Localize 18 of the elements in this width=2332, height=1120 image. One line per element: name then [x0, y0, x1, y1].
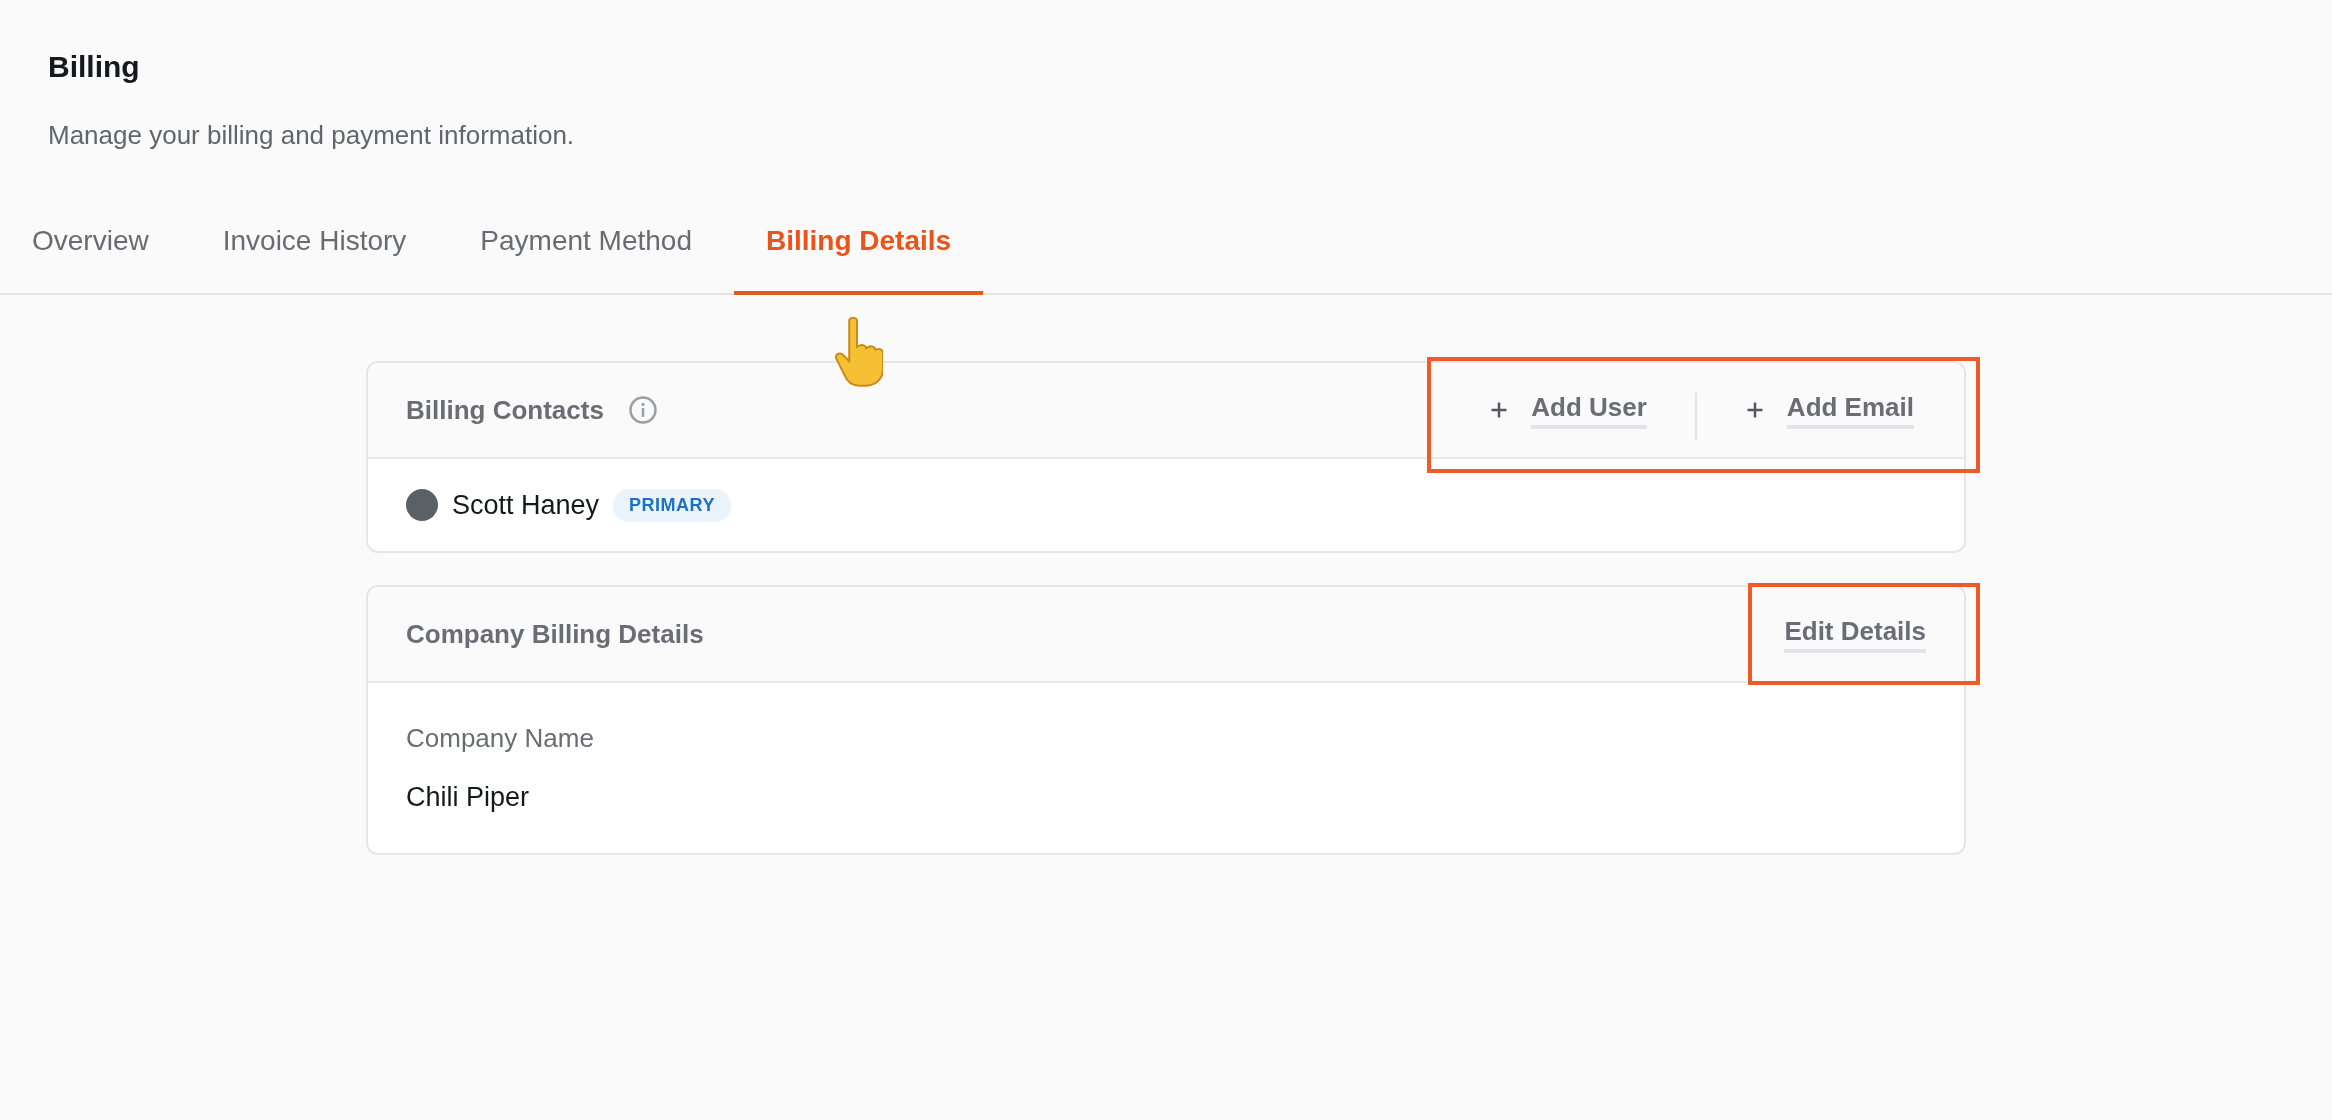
primary-badge: PRIMARY — [613, 488, 731, 522]
page-subtitle: Manage your billing and payment information. — [48, 120, 576, 151]
plus-icon[interactable] — [1489, 400, 1510, 420]
info-icon[interactable] — [627, 395, 658, 425]
tab[interactable]: Invoice History — [190, 225, 439, 295]
field-label: Company Name — [406, 723, 595, 754]
tab[interactable]: Payment Method — [448, 225, 724, 295]
add-link[interactable]: Add Email — [1786, 391, 1914, 429]
tab[interactable]: Overview — [0, 225, 181, 295]
add-link[interactable]: Add User — [1531, 391, 1647, 429]
edit-details-link[interactable]: Edit Details — [1784, 615, 1926, 653]
avatar — [406, 489, 438, 521]
field-value: Chili Piper — [406, 782, 531, 813]
card-title: Company Billing Details — [406, 618, 704, 650]
page-title: Billing — [48, 50, 141, 84]
card-title: Billing Contacts — [406, 394, 604, 426]
contact-name: Scott Haney — [452, 489, 600, 521]
tab[interactable]: Billing Details — [734, 225, 984, 295]
